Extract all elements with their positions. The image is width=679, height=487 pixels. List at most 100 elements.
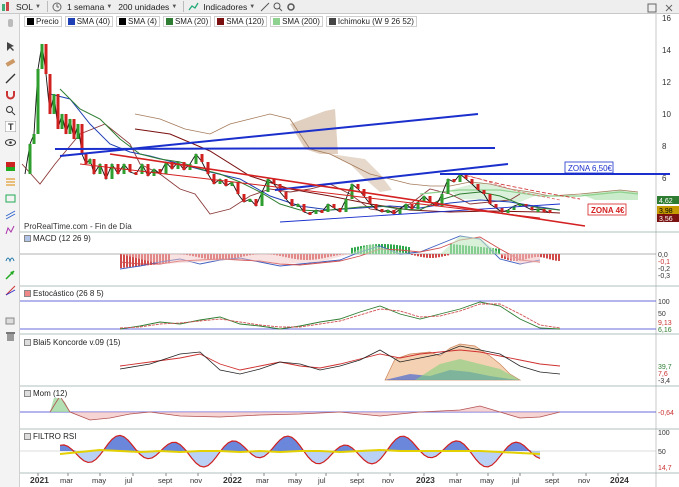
candle (308, 212, 312, 215)
legend-item[interactable]: Precio (24, 16, 62, 27)
candle (76, 124, 80, 139)
window-icon[interactable] (645, 1, 658, 14)
eye-icon[interactable] (3, 136, 17, 149)
zoom-icon[interactable] (271, 0, 284, 13)
macd-title[interactable]: MACD (12 26 9) (24, 233, 93, 243)
candle (344, 199, 348, 212)
shape-tool-icon[interactable] (3, 192, 17, 205)
candle (64, 114, 68, 134)
price-tag-sma120: 3,56 (659, 216, 673, 223)
macd-bar (441, 254, 443, 257)
channel-icon[interactable] (3, 208, 17, 221)
koncorde-title[interactable]: Blai5 Koncorde v.09 (15) (24, 337, 123, 347)
candle (98, 164, 102, 174)
text-tool-icon[interactable]: T (3, 120, 17, 133)
candle (404, 204, 408, 209)
macd-bar (549, 254, 551, 260)
stoch-axis-1: 50 (658, 311, 666, 318)
color-tool-icon[interactable] (3, 160, 17, 173)
candle (536, 209, 540, 212)
price-axis-label: 10 (662, 110, 671, 119)
magnet-icon[interactable] (3, 88, 17, 101)
x-axis-label: jul (124, 476, 133, 485)
arrow-tool-icon[interactable] (3, 268, 17, 281)
momentum-title-label: Mom (12) (33, 388, 68, 398)
indicators-icon (187, 0, 200, 13)
fibonacci-icon[interactable] (3, 176, 17, 189)
macd-axis-0: 0,0 (658, 252, 668, 259)
x-axis-label: mar (60, 476, 73, 485)
candle (302, 204, 306, 212)
instrument-icon[interactable] (0, 0, 13, 13)
line-tool-icon[interactable] (3, 72, 17, 85)
macd-bar (411, 254, 413, 255)
macd-bar (432, 254, 434, 258)
cycle-icon[interactable] (3, 252, 17, 265)
macd-bar (420, 254, 422, 257)
chevron-down-icon: ▼ (35, 3, 41, 10)
ticker-selector[interactable]: SOL ▼ (13, 2, 44, 12)
legend-item[interactable]: Ichimoku (W 9 26 52) (325, 16, 417, 27)
stochastic-title[interactable]: Estocástico (26 8 5) (24, 288, 106, 298)
candle (530, 207, 534, 210)
legend-item[interactable]: SMA (20) (162, 16, 212, 27)
legend-item[interactable]: SMA (40) (64, 16, 114, 27)
zoom-tool-icon[interactable] (3, 104, 17, 117)
candle (36, 69, 40, 134)
legend-item[interactable]: SMA (120) (214, 16, 268, 27)
macd-bar (444, 254, 446, 257)
x-axis-label: may (288, 476, 302, 485)
legend-item[interactable]: SMA (4) (116, 16, 160, 27)
candle (380, 209, 384, 212)
candle (290, 199, 294, 206)
price-chart[interactable]: 16141210864 ZONA 6,50€ ZONA 4€ 4,62 3,98… (20, 14, 679, 487)
timeframe-selector[interactable]: 1 semana ▼ (64, 2, 115, 12)
candle (428, 196, 432, 202)
rsi-title[interactable]: FILTRO RSI (24, 431, 79, 441)
x-axis-label: mar (256, 476, 269, 485)
divider (46, 1, 48, 12)
candle (332, 204, 336, 208)
legend-item[interactable]: SMA (200) (270, 16, 323, 27)
koncorde-axis-1: 7,6 (658, 371, 668, 378)
candle (488, 194, 492, 204)
draw-icon[interactable] (258, 0, 271, 13)
candle (446, 179, 450, 194)
macd-bar (558, 254, 560, 261)
pattern-icon[interactable] (3, 224, 17, 237)
candle (104, 164, 108, 179)
price-axis-label: 6 (662, 174, 667, 183)
settings-icon[interactable] (284, 0, 297, 13)
candle (296, 204, 300, 207)
close-icon[interactable] (662, 1, 675, 14)
chevron-down-icon: ▼ (106, 3, 113, 10)
macd-bar (555, 254, 557, 261)
chevron-down-icon: ▼ (171, 3, 178, 10)
candle (224, 179, 228, 186)
legend-swatch-icon (273, 18, 281, 25)
macd-axis-1: -0,1 (658, 259, 670, 266)
momentum-title[interactable]: Mom (12) (24, 388, 70, 398)
units-selector[interactable]: 200 unidades ▼ (115, 2, 180, 12)
candle (92, 159, 96, 174)
trash-icon[interactable] (3, 330, 17, 343)
chart-area[interactable]: 16141210864 ZONA 6,50€ ZONA 4€ 4,62 3,98… (20, 14, 679, 487)
candle (392, 210, 396, 214)
hand-icon[interactable] (3, 16, 17, 29)
indicators-button[interactable]: Indicadores ▼ (200, 2, 258, 12)
candle (28, 144, 32, 174)
legend-swatch-icon (165, 18, 173, 25)
ruler-icon[interactable] (3, 56, 17, 69)
candle (164, 162, 168, 174)
cursor-icon[interactable] (3, 40, 17, 53)
drawing-toolbar: T (0, 14, 20, 487)
price-axis-label: 16 (662, 14, 671, 23)
macd-bar (540, 254, 542, 258)
gann-icon[interactable] (3, 284, 17, 297)
candle (494, 204, 498, 208)
layers-icon[interactable] (3, 314, 17, 327)
x-axis-label: 2022 (223, 475, 242, 485)
macd-axis-2: -0,2 (658, 266, 670, 273)
mom-axis-0: -0,64 (658, 410, 674, 417)
candle (236, 182, 240, 194)
